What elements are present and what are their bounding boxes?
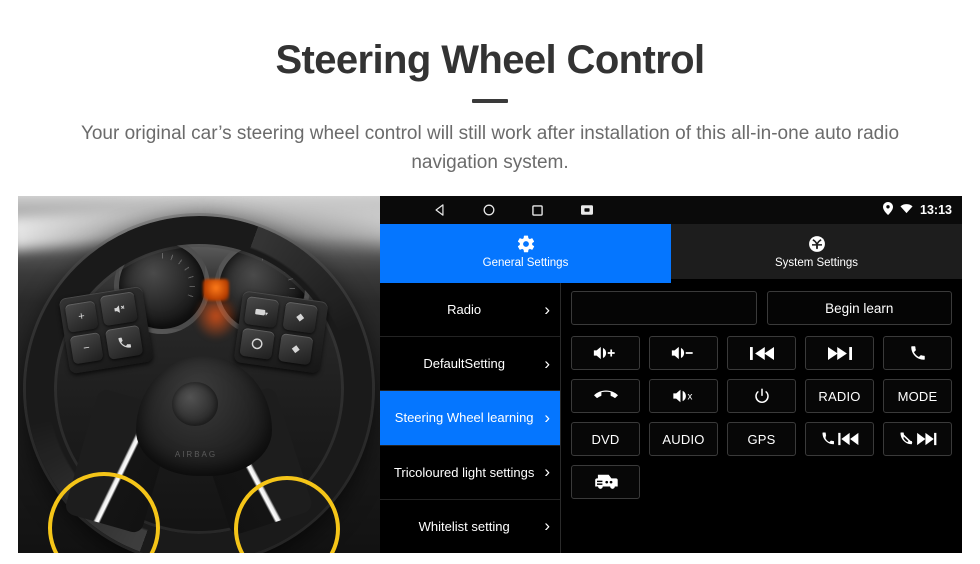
key-gps[interactable]: GPS [727, 422, 796, 456]
car-front-icon [594, 474, 618, 489]
back-icon[interactable] [432, 203, 447, 218]
key-previous-track[interactable] [727, 336, 796, 370]
key-assignment-grid: x RADIO MODE DVD AUDIO GPS [571, 336, 952, 499]
key-mute[interactable]: x [649, 379, 718, 413]
svg-text:x: x [687, 392, 692, 403]
mute-icon: x [672, 389, 692, 403]
key-car-front[interactable] [571, 465, 640, 499]
phone-previous-icon [822, 432, 858, 446]
power-icon [754, 388, 769, 403]
previous-track-icon [749, 346, 774, 360]
screenshot-icon[interactable] [579, 203, 594, 218]
tab-general-settings-label: General Settings [482, 257, 569, 269]
key-radio[interactable]: RADIO [805, 379, 874, 413]
chevron-right-icon: › [544, 353, 550, 373]
steering-wheel-learning-panel: Begin learn x RADIO MODE DVD AUDIO GPS [561, 283, 962, 553]
wheel-key-volume-up: + [64, 300, 99, 333]
product-screenshot-panel: AIRBAG + − 13:13 General Settings System… [18, 196, 962, 553]
wheel-key-mute [99, 291, 138, 327]
phone-icon [117, 337, 131, 348]
key-row: x RADIO MODE [571, 379, 952, 413]
tab-system-settings[interactable]: System Settings [671, 224, 962, 279]
wheel-key-down [277, 333, 314, 366]
key-row: DVD AUDIO GPS [571, 422, 952, 456]
wheel-button-pad-right [233, 290, 329, 374]
wheel-key-source [243, 296, 280, 329]
menu-item-tricoloured-light-settings[interactable]: Tricoloured light settings › [380, 446, 560, 500]
key-phone-decline-next[interactable] [883, 422, 952, 456]
key-audio[interactable]: AUDIO [649, 422, 718, 456]
android-nav-buttons [432, 203, 594, 218]
android-status-bar: 13:13 [380, 196, 962, 224]
key-power[interactable] [727, 379, 796, 413]
volume-up-icon [593, 346, 615, 360]
key-row [571, 465, 952, 499]
wheel-key-circle [239, 327, 275, 360]
next-track-icon [827, 346, 852, 360]
page-title: Steering Wheel Control [275, 38, 705, 82]
phone-hangup-icon [593, 390, 618, 398]
source-icon [254, 308, 268, 316]
menu-item-label: DefaultSetting [423, 356, 505, 372]
phone-answer-icon [910, 346, 925, 360]
key-phone-previous[interactable] [805, 422, 874, 456]
begin-learn-button[interactable]: Begin learn [766, 291, 952, 325]
learn-status-input[interactable] [571, 291, 757, 325]
menu-item-label: Tricoloured light settings [393, 464, 535, 480]
key-phone-hangup[interactable] [571, 379, 640, 413]
recents-icon[interactable] [530, 203, 545, 218]
wifi-icon [900, 203, 913, 217]
tab-general-settings[interactable]: General Settings [380, 224, 671, 279]
steering-wheel-photo: AIRBAG + − [18, 196, 380, 553]
menu-item-label: Whitelist setting [418, 518, 510, 534]
airbag-label: AIRBAG [174, 450, 218, 459]
menu-item-label: Radio [447, 301, 482, 317]
menu-item-whitelist-setting[interactable]: Whitelist setting › [380, 500, 560, 553]
settings-menu-list: Radio › DefaultSetting › Steering Wheel … [380, 283, 561, 553]
settings-body: Radio › DefaultSetting › Steering Wheel … [380, 283, 962, 553]
menu-item-radio[interactable]: Radio › [380, 283, 560, 338]
key-volume-down[interactable] [649, 336, 718, 370]
location-pin-icon [883, 202, 894, 218]
settings-tabs: General Settings System Settings [380, 224, 962, 279]
menu-item-label: Steering Wheel learning [394, 410, 534, 426]
circle-icon [251, 338, 263, 350]
page-root: Steering Wheel Control Your original car… [0, 0, 980, 564]
wheel-key-up [282, 301, 318, 334]
phone-decline-next-icon [900, 432, 936, 446]
wheel-key-phone [105, 324, 144, 360]
down-arrow-icon [291, 345, 300, 354]
chevron-right-icon: › [544, 299, 550, 319]
up-arrow-icon [296, 313, 305, 322]
wheel-key-volume-down: − [69, 332, 104, 365]
chevron-right-icon: › [544, 462, 550, 482]
key-mode[interactable]: MODE [883, 379, 952, 413]
page-subtitle: Your original car’s steering wheel contr… [80, 123, 900, 173]
title-divider [472, 99, 508, 103]
key-next-track[interactable] [805, 336, 874, 370]
home-icon[interactable] [481, 203, 496, 218]
status-indicators: 13:13 [883, 196, 952, 224]
system-logo-icon [807, 234, 827, 254]
learn-controls-row: Begin learn [571, 291, 952, 325]
tab-system-settings-label: System Settings [774, 257, 859, 269]
key-row [571, 336, 952, 370]
wheel-button-pad-left: + − [58, 285, 154, 375]
chevron-right-icon: › [544, 408, 550, 427]
steering-wheel-horn-pad [172, 382, 218, 426]
head-unit-screen: 13:13 General Settings System Settings R… [380, 196, 962, 553]
volume-down-icon [671, 346, 693, 360]
gear-icon [516, 234, 536, 254]
key-dvd[interactable]: DVD [571, 422, 640, 456]
clock-label: 13:13 [920, 203, 952, 217]
key-phone-answer[interactable] [883, 336, 952, 370]
key-volume-up[interactable] [571, 336, 640, 370]
chevron-right-icon: › [544, 516, 550, 536]
menu-item-steering-wheel-learning[interactable]: Steering Wheel learning › [380, 391, 560, 446]
mute-icon [113, 304, 124, 313]
menu-item-default-setting[interactable]: DefaultSetting › [380, 337, 560, 392]
